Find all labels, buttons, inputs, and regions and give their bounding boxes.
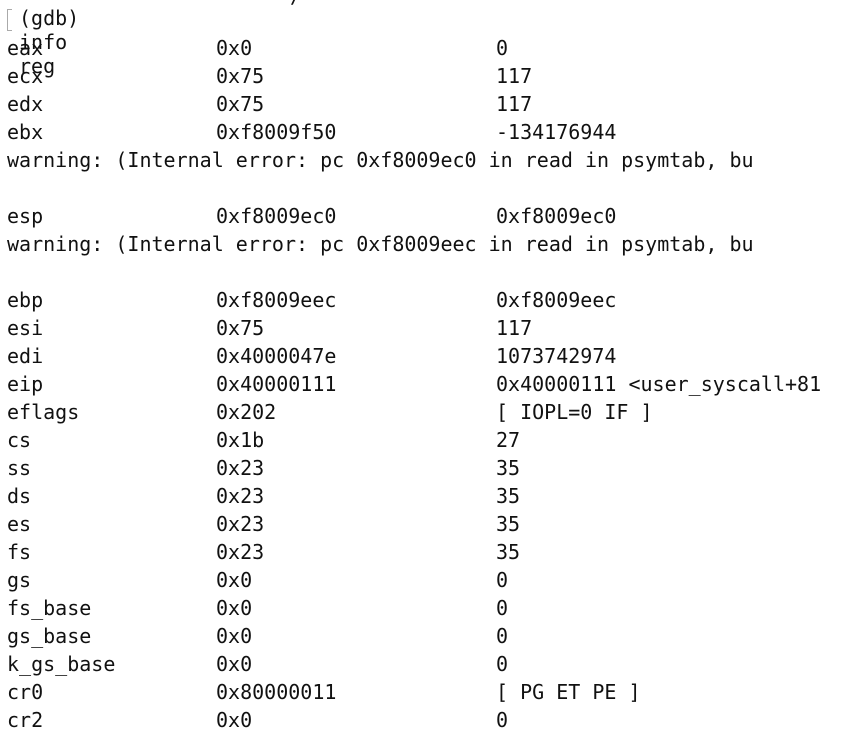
terminal-window[interactable]: / (gdb) info reg eax0x00ecx0x75117edx0x7… [0,0,866,734]
register-row-ebx: ebx 0xf8009f50 -134176944 [0,118,866,146]
register-natural-value: 117 [496,92,533,116]
register-name: cr0 [7,680,44,704]
register-natural-value: 35 [496,512,521,536]
previous-output-fragment: / [290,0,302,6]
register-natural-value: 0 [496,652,509,676]
register-row-edi: edi 0x4000047e 1073742974 [0,342,866,370]
register-name: eax [7,36,44,60]
register-natural-value: 117 [496,64,533,88]
register-row-cs: cs 0x1b 27 [0,426,866,454]
selection-bracket-icon [7,9,12,31]
register-row-eax: eax 0x0 0 [0,34,866,62]
register-name: eflags [7,400,80,424]
warning-text: warning: (Internal error: pc 0xf8009eec … [7,232,754,256]
register-hex-value: 0x75 [216,316,265,340]
register-hex-value: 0x202 [216,400,277,424]
register-hex-value: 0x75 [216,92,265,116]
register-hex-value: 0x23 [216,540,265,564]
register-natural-value: 35 [496,484,521,508]
register-hex-value: 0x0 [216,624,253,648]
register-output: eax 0x0 0 ecx 0x75 117 edx 0x75 117 ebx 0xf8009f50… [0,34,866,734]
register-hex-value: 0xf8009eec [216,288,337,312]
register-row-k-gs-base: k_gs_base 0x0 0 [0,650,866,678]
register-natural-value: 0 [496,624,509,648]
register-hex-value: 0x80000011 [216,680,337,704]
register-row-fs: fs 0x23 35 [0,538,866,566]
register-row-edx: edx 0x75 117 [0,90,866,118]
register-name: cr2 [7,708,44,732]
register-natural-value: 0 [496,708,509,732]
register-row-eip: eip 0x40000111 0x40000111 <user_syscall+81 [0,370,866,398]
register-hex-value: 0x0 [216,652,253,676]
register-hex-value: 0xf8009ec0 [216,204,337,228]
register-natural-value: 0xf8009eec [496,288,617,312]
register-row-esp: esp 0xf8009ec0 0xf8009ec0 [0,202,866,230]
register-name: edi [7,344,44,368]
register-hex-value: 0x0 [216,568,253,592]
register-name: fs_base [7,596,92,620]
register-hex-value: 0x40000111 [216,372,337,396]
register-row-ss: ss 0x23 35 [0,454,866,482]
register-hex-value: 0x0 [216,596,253,620]
register-hex-value: 0x23 [216,484,265,508]
register-natural-value: 0 [496,596,509,620]
register-natural-value: 0xf8009ec0 [496,204,617,228]
register-row-gs-base: gs_base 0x0 0 [0,622,866,650]
register-hex-value: 0x0 [216,36,253,60]
register-hex-value: 0x0 [216,708,253,732]
register-natural-value: -134176944 [496,120,617,144]
register-row-gs: gs 0x0 0 [0,566,866,594]
register-name: gs [7,568,32,592]
register-name: es [7,512,32,536]
warning-line: warning: (Internal error: pc 0xf8009ec0 … [0,146,866,174]
register-natural-value: [ PG ET PE ] [496,680,641,704]
warning-text: warning: (Internal error: pc 0xf8009ec0 … [7,148,754,172]
register-name: edx [7,92,44,116]
register-row-ebp: ebp 0xf8009eec 0xf8009eec [0,286,866,314]
register-name: esi [7,316,44,340]
register-name: ecx [7,64,44,88]
register-name: ds [7,484,32,508]
register-name: esp [7,204,44,228]
register-row-cr0: cr0 0x80000011 [ PG ET PE ] [0,678,866,706]
register-row-eflags: eflags 0x202 [ IOPL=0 IF ] [0,398,866,426]
register-hex-value: 0xf8009f50 [216,120,337,144]
register-natural-value: 0 [496,568,509,592]
register-name: fs [7,540,32,564]
register-natural-value: 35 [496,540,521,564]
warning-line: warning: (Internal error: pc 0xf8009eec … [0,230,866,258]
register-name: ebp [7,288,44,312]
register-name: gs_base [7,624,92,648]
register-row-esi: esi 0x75 117 [0,314,866,342]
register-row-ecx: ecx 0x75 117 [0,62,866,90]
register-name: ss [7,456,32,480]
register-natural-value: [ IOPL=0 IF ] [496,400,653,424]
register-hex-value: 0x23 [216,456,265,480]
register-hex-value: 0x1b [216,428,265,452]
register-natural-value: 117 [496,316,533,340]
register-row-es: es 0x23 35 [0,510,866,538]
register-row-fs-base: fs_base 0x0 0 [0,594,866,622]
register-name: k_gs_base [7,652,116,676]
register-hex-value: 0x4000047e [216,344,337,368]
register-natural-value: 1073742974 [496,344,617,368]
register-natural-value: 0 [496,36,509,60]
register-natural-value: 0x40000111 <user_syscall+81 [496,372,822,396]
register-row-cr2: cr2 0x0 0 [0,706,866,734]
register-hex-value: 0x75 [216,64,265,88]
register-natural-value: 27 [496,428,521,452]
register-name: cs [7,428,32,452]
register-name: eip [7,372,44,396]
register-name: ebx [7,120,44,144]
register-natural-value: 35 [496,456,521,480]
register-hex-value: 0x23 [216,512,265,536]
register-row-ds: ds 0x23 35 [0,482,866,510]
